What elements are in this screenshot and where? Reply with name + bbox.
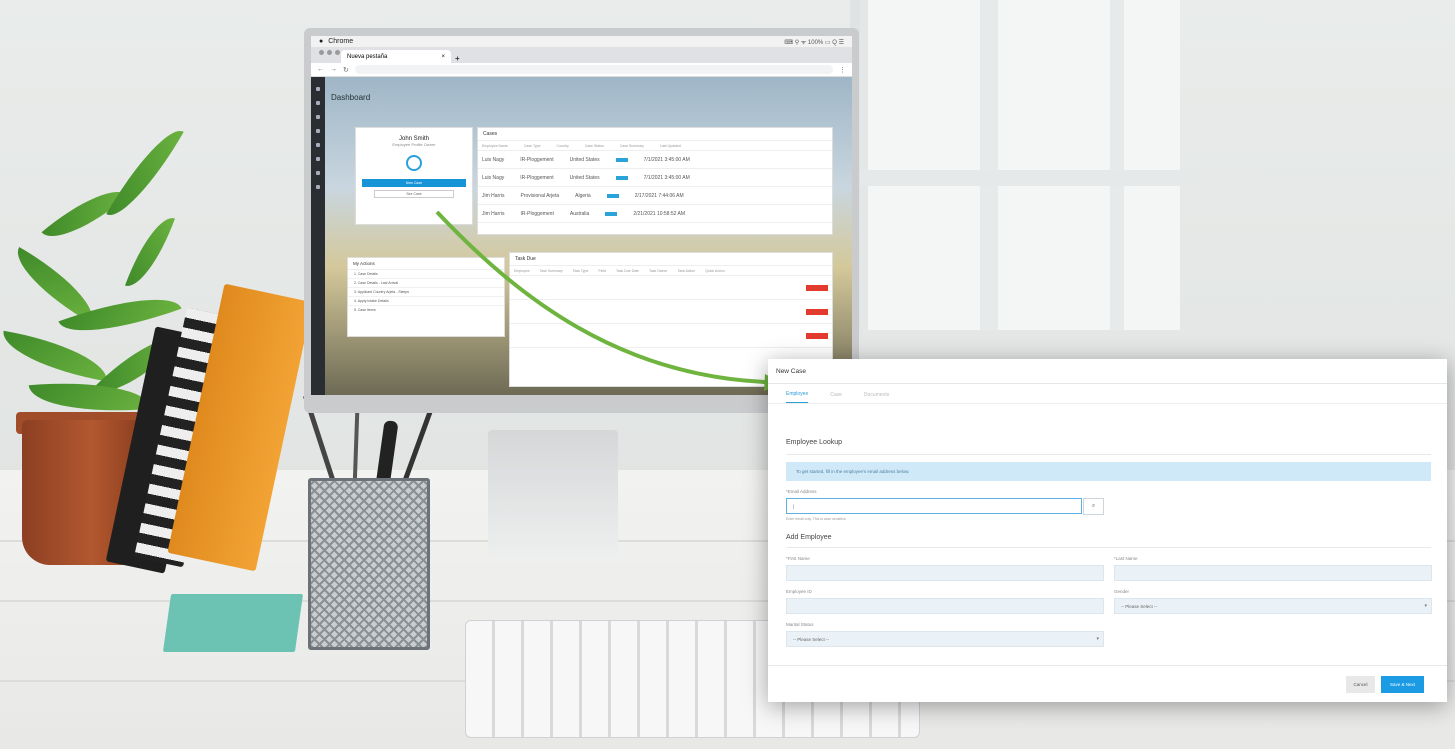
tasks-header: Employee Task Summary Task Type Field Task… [510,266,832,276]
email-hint: Enter email only. This is case sensitive… [786,517,847,521]
sidebar-nav [311,77,325,395]
chevron-down-icon: ▾ [1424,603,1427,609]
last-name-field[interactable] [1114,565,1432,581]
photo-scene: ● Chrome ⌨ ⚲ ᯤ 100% ▭ Q ☰ Nueva pestaña … [0,0,1455,749]
forward-icon[interactable]: → [330,66,337,73]
table-row[interactable] [510,300,832,324]
tab-case[interactable]: Case [830,392,842,403]
chevron-down-icon: ▾ [1096,636,1099,642]
extensions-icon[interactable]: ⋮ [839,66,846,74]
marital-status-select[interactable]: -- Please Select -- ▾ [786,631,1104,647]
new-case-modal: New Case Employee Case Documents Employe… [768,359,1447,702]
new-case-button[interactable]: New Case [362,179,466,187]
add-employee-heading: Add Employee [786,534,832,541]
info-banner: To get started, fill in the employee's e… [786,462,1431,481]
list-item[interactable]: 2. Case Details - Last Arrival [348,279,504,288]
tasks-title: Task Due [510,253,832,266]
employee-lookup-heading: Employee Lookup [786,439,843,446]
modal-title: New Case [768,359,1447,384]
cases-panel: Cases Employee Name Case Type Country Case… [477,127,833,235]
background-window [850,0,1190,330]
cases-title: Cases [478,128,832,141]
gender-select[interactable]: -- Please Select -- ▾ [1114,598,1432,614]
tab-documents[interactable]: Documents [864,392,889,403]
reload-icon[interactable]: ↻ [343,66,349,74]
monitor: ● Chrome ⌨ ⚲ ᯤ 100% ▭ Q ☰ Nueva pestaña … [304,28,859,413]
nav-icon[interactable] [316,143,320,147]
pen-cup [308,478,430,650]
my-actions-panel: My Actions 1. Case Details 2. Case Detai… [347,257,505,337]
profile-role: Employee Profile Owner [392,142,436,147]
new-tab-icon[interactable]: + [455,54,460,63]
nav-icon[interactable] [316,185,320,189]
employee-id-field[interactable] [786,598,1104,614]
gender-label: Gender [1114,589,1130,594]
modal-tabs: Employee Case Documents [768,384,1447,404]
first-name-label: *First Name [786,556,810,561]
email-label: *Email Address [786,489,817,494]
nav-icon[interactable] [316,157,320,161]
nav-icon[interactable] [316,171,320,175]
monitor-stand [488,430,618,560]
list-item[interactable]: 3. Applicant Country Arjeta - Sleeps [348,288,504,297]
save-next-button[interactable]: Save & Next [1381,676,1424,693]
table-row[interactable] [510,276,832,300]
email-field[interactable]: | [786,498,1082,514]
profile-card: John Smith Employee Profile Owner New Ca… [355,127,473,225]
browser-screen: ● Chrome ⌨ ⚲ ᯤ 100% ▭ Q ☰ Nueva pestaña … [311,36,852,395]
app-name: Chrome [328,38,354,45]
tab-title: Nueva pestaña [347,53,388,60]
apple-icon: ● [319,38,324,45]
cases-header: Employee Name Case Type Country Case Statu… [478,141,832,151]
first-name-field[interactable] [786,565,1104,581]
search-icon: ⌕ [1091,503,1096,509]
tab-strip: Nueva pestaña × + [311,47,852,63]
sticky-notes [162,594,304,652]
nav-icon[interactable] [316,129,320,133]
status-icons: ⌨ ⚲ ᯤ 100% ▭ Q ☰ [784,39,844,46]
list-item[interactable]: 5. Case Items [348,306,504,314]
see-case-button[interactable]: See Case [374,190,454,198]
last-name-label: *Last Name [1114,556,1138,561]
table-row[interactable]: Jim Harris IR-Ploggement Australia 2/21/202… [478,205,832,223]
mac-menu-bar: ● Chrome ⌨ ⚲ ᯤ 100% ▭ Q ☰ [311,36,852,47]
cancel-button[interactable]: Cancel [1346,676,1375,693]
nav-icon[interactable] [316,87,320,91]
table-row[interactable]: Jim Harris Provisional Arjeta Algeria 2/17/… [478,187,832,205]
window-controls[interactable] [319,50,340,55]
employee-id-label: Employee ID [786,589,812,594]
url-input[interactable] [354,65,833,74]
list-item[interactable]: 4. Apply Intake Details [348,297,504,306]
my-actions-title: My Actions [348,258,504,270]
nav-icon[interactable] [316,101,320,105]
tab-new-tab[interactable]: Nueva pestaña × [341,50,451,63]
nav-icon[interactable] [316,115,320,119]
table-row[interactable] [510,324,832,348]
address-bar: ← → ↻ ⋮ [311,63,852,77]
dashboard-app: Dashboard John Smith Employee Profile Ow… [311,77,852,395]
marital-status-label: Marital Status [786,622,814,627]
back-icon[interactable]: ← [317,66,324,73]
tab-close-icon[interactable]: × [441,54,445,60]
page-title: Dashboard [331,93,371,102]
list-item[interactable]: 1. Case Details [348,270,504,279]
table-row[interactable]: Luis Nagy IR-Ploggement United States 7/1/2… [478,169,832,187]
table-row[interactable]: Luis Nagy IR-Ploggement United States 7/1/2… [478,151,832,169]
tab-employee[interactable]: Employee [786,391,809,403]
avatar-icon [406,155,422,171]
search-button[interactable]: ⌕ [1083,498,1104,515]
